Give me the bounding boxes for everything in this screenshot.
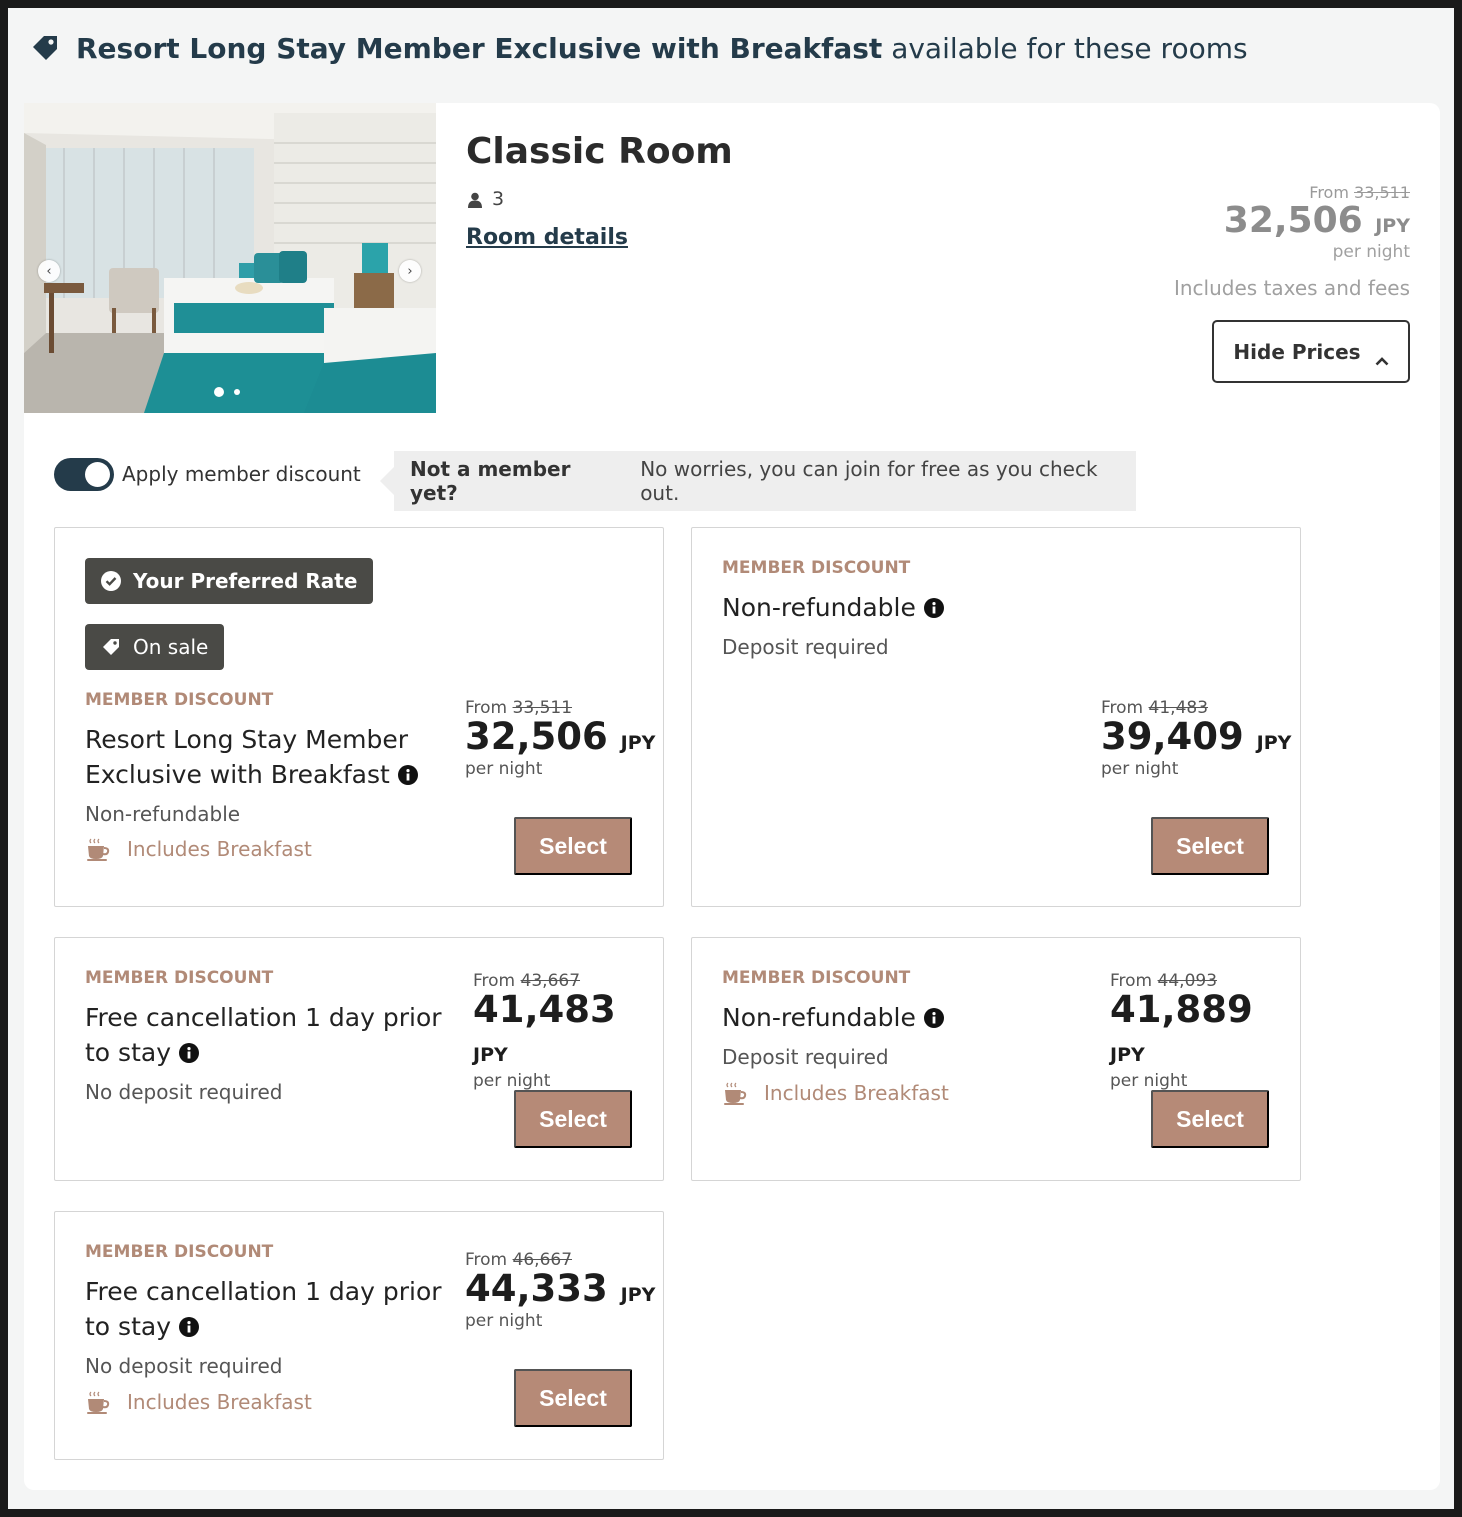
rate-policy: No deposit required bbox=[85, 1080, 283, 1104]
info-icon[interactable] bbox=[923, 592, 944, 618]
rate-name: Resort Long Stay Member Exclusive with B… bbox=[85, 722, 445, 792]
rate-card: MEMBER DISCOUNT Non-refundable Deposit r… bbox=[691, 937, 1301, 1181]
room-card: ‹ › Classic Room 3 Room details From 33,… bbox=[24, 103, 1440, 1490]
member-discount-label: MEMBER DISCOUNT bbox=[722, 968, 911, 988]
carousel-dots bbox=[214, 387, 240, 397]
info-icon[interactable] bbox=[179, 1037, 199, 1063]
select-button[interactable]: Select bbox=[514, 817, 632, 875]
price-amount: 41,483 bbox=[473, 988, 616, 1031]
occupancy: 3 bbox=[468, 188, 504, 210]
price-amount: 44,333 bbox=[465, 1267, 608, 1310]
price-amount: 32,506 bbox=[465, 715, 608, 758]
member-discount-label: MEMBER DISCOUNT bbox=[85, 1242, 274, 1262]
rate-card: MEMBER DISCOUNT Free cancellation 1 day … bbox=[54, 937, 664, 1181]
promo-banner: Resort Long Stay Member Exclusive with B… bbox=[30, 30, 1248, 66]
rate-name: Non-refundable bbox=[722, 1000, 1082, 1035]
on-sale-badge: On sale bbox=[85, 624, 225, 670]
member-discount-toggle-row: Apply member discount bbox=[54, 443, 361, 505]
rate-name: Non-refundable bbox=[722, 590, 1082, 625]
promo-name: Resort Long Stay Member Exclusive with B… bbox=[76, 31, 883, 65]
select-button[interactable]: Select bbox=[514, 1369, 632, 1427]
info-icon[interactable] bbox=[179, 1311, 199, 1337]
member-discount-label: MEMBER DISCOUNT bbox=[85, 690, 274, 710]
select-button[interactable]: Select bbox=[1151, 1090, 1269, 1148]
member-note-question: Not a member yet? bbox=[410, 457, 571, 505]
info-icon[interactable] bbox=[923, 1002, 944, 1028]
promo-suffix: available for these rooms bbox=[891, 31, 1248, 65]
carousel-dot[interactable] bbox=[234, 389, 240, 395]
member-discount-label: Apply member discount bbox=[122, 462, 361, 486]
rate-card: MEMBER DISCOUNT Non-refundable Deposit r… bbox=[691, 527, 1301, 907]
breakfast-note: Includes Breakfast bbox=[85, 836, 312, 862]
toggle-knob bbox=[85, 461, 110, 487]
coffee-cup-icon bbox=[722, 1080, 748, 1106]
select-button[interactable]: Select bbox=[1151, 817, 1269, 875]
occupancy-count: 3 bbox=[492, 188, 505, 210]
chevron-left-icon: ‹ bbox=[46, 263, 52, 279]
breakfast-note: Includes Breakfast bbox=[85, 1389, 312, 1415]
select-button[interactable]: Select bbox=[514, 1090, 632, 1148]
rate-price: From 43,667 41,483 JPY per night bbox=[473, 971, 616, 1091]
rate-card: Your Preferred Rate On sale MEMBER DISCO… bbox=[54, 527, 664, 907]
summary-per-night: per night bbox=[1332, 241, 1410, 262]
rate-price: From 33,511 32,506 JPY per night bbox=[465, 698, 656, 779]
rate-price: From 44,093 41,889 JPY per night bbox=[1110, 971, 1253, 1091]
check-circle-icon bbox=[101, 571, 121, 591]
breakfast-note: Includes Breakfast bbox=[722, 1080, 949, 1106]
room-photo-carousel[interactable]: ‹ › bbox=[24, 103, 436, 413]
summary-amount: 32,506 JPY bbox=[1223, 200, 1410, 241]
tag-icon bbox=[30, 33, 60, 63]
rate-policy: Non-refundable bbox=[85, 802, 241, 826]
page-frame: Resort Long Stay Member Exclusive with B… bbox=[8, 8, 1454, 1509]
room-details-link[interactable]: Room details bbox=[466, 225, 628, 250]
hide-prices-label: Hide Prices bbox=[1233, 339, 1361, 364]
price-amount: 41,889 bbox=[1110, 988, 1253, 1031]
rate-name: Free cancellation 1 day prior to stay bbox=[85, 1003, 442, 1067]
rate-price: From 41,483 39,409 JPY per night bbox=[1101, 698, 1292, 779]
info-icon[interactable] bbox=[397, 759, 418, 785]
rate-policy: Deposit required bbox=[722, 1045, 889, 1069]
carousel-prev-button[interactable]: ‹ bbox=[38, 260, 60, 282]
summary-price: From 33,511 32,506 JPY per night Include… bbox=[1174, 183, 1410, 300]
taxes-note: Includes taxes and fees bbox=[1173, 275, 1410, 300]
tag-icon bbox=[101, 637, 121, 657]
rate-price: From 46,667 44,333 JPY per night bbox=[465, 1250, 656, 1331]
coffee-cup-icon bbox=[85, 1389, 111, 1415]
coffee-cup-icon bbox=[85, 836, 111, 862]
preferred-rate-badge: Your Preferred Rate bbox=[85, 558, 374, 604]
chevron-right-icon: › bbox=[407, 263, 413, 279]
person-icon bbox=[468, 191, 482, 208]
carousel-next-button[interactable]: › bbox=[399, 260, 421, 282]
price-amount: 39,409 bbox=[1101, 715, 1244, 758]
rate-policy: Deposit required bbox=[722, 635, 889, 659]
member-note: Not a member yet? No worries, you can jo… bbox=[380, 451, 1136, 511]
carousel-dot-active[interactable] bbox=[214, 387, 224, 397]
room-title: Classic Room bbox=[466, 131, 733, 172]
rate-card: MEMBER DISCOUNT Free cancellation 1 day … bbox=[54, 1211, 664, 1460]
member-discount-label: MEMBER DISCOUNT bbox=[722, 558, 911, 578]
member-discount-label: MEMBER DISCOUNT bbox=[85, 968, 274, 988]
rate-name: Free cancellation 1 day prior to stay bbox=[85, 1277, 442, 1341]
member-note-text: No worries, you can join for free as you… bbox=[640, 457, 1098, 505]
room-photo bbox=[24, 103, 436, 413]
hide-prices-button[interactable]: Hide Prices bbox=[1212, 320, 1410, 383]
member-discount-toggle[interactable] bbox=[54, 457, 114, 491]
chevron-up-icon bbox=[1375, 347, 1389, 365]
rate-policy: No deposit required bbox=[85, 1354, 283, 1378]
